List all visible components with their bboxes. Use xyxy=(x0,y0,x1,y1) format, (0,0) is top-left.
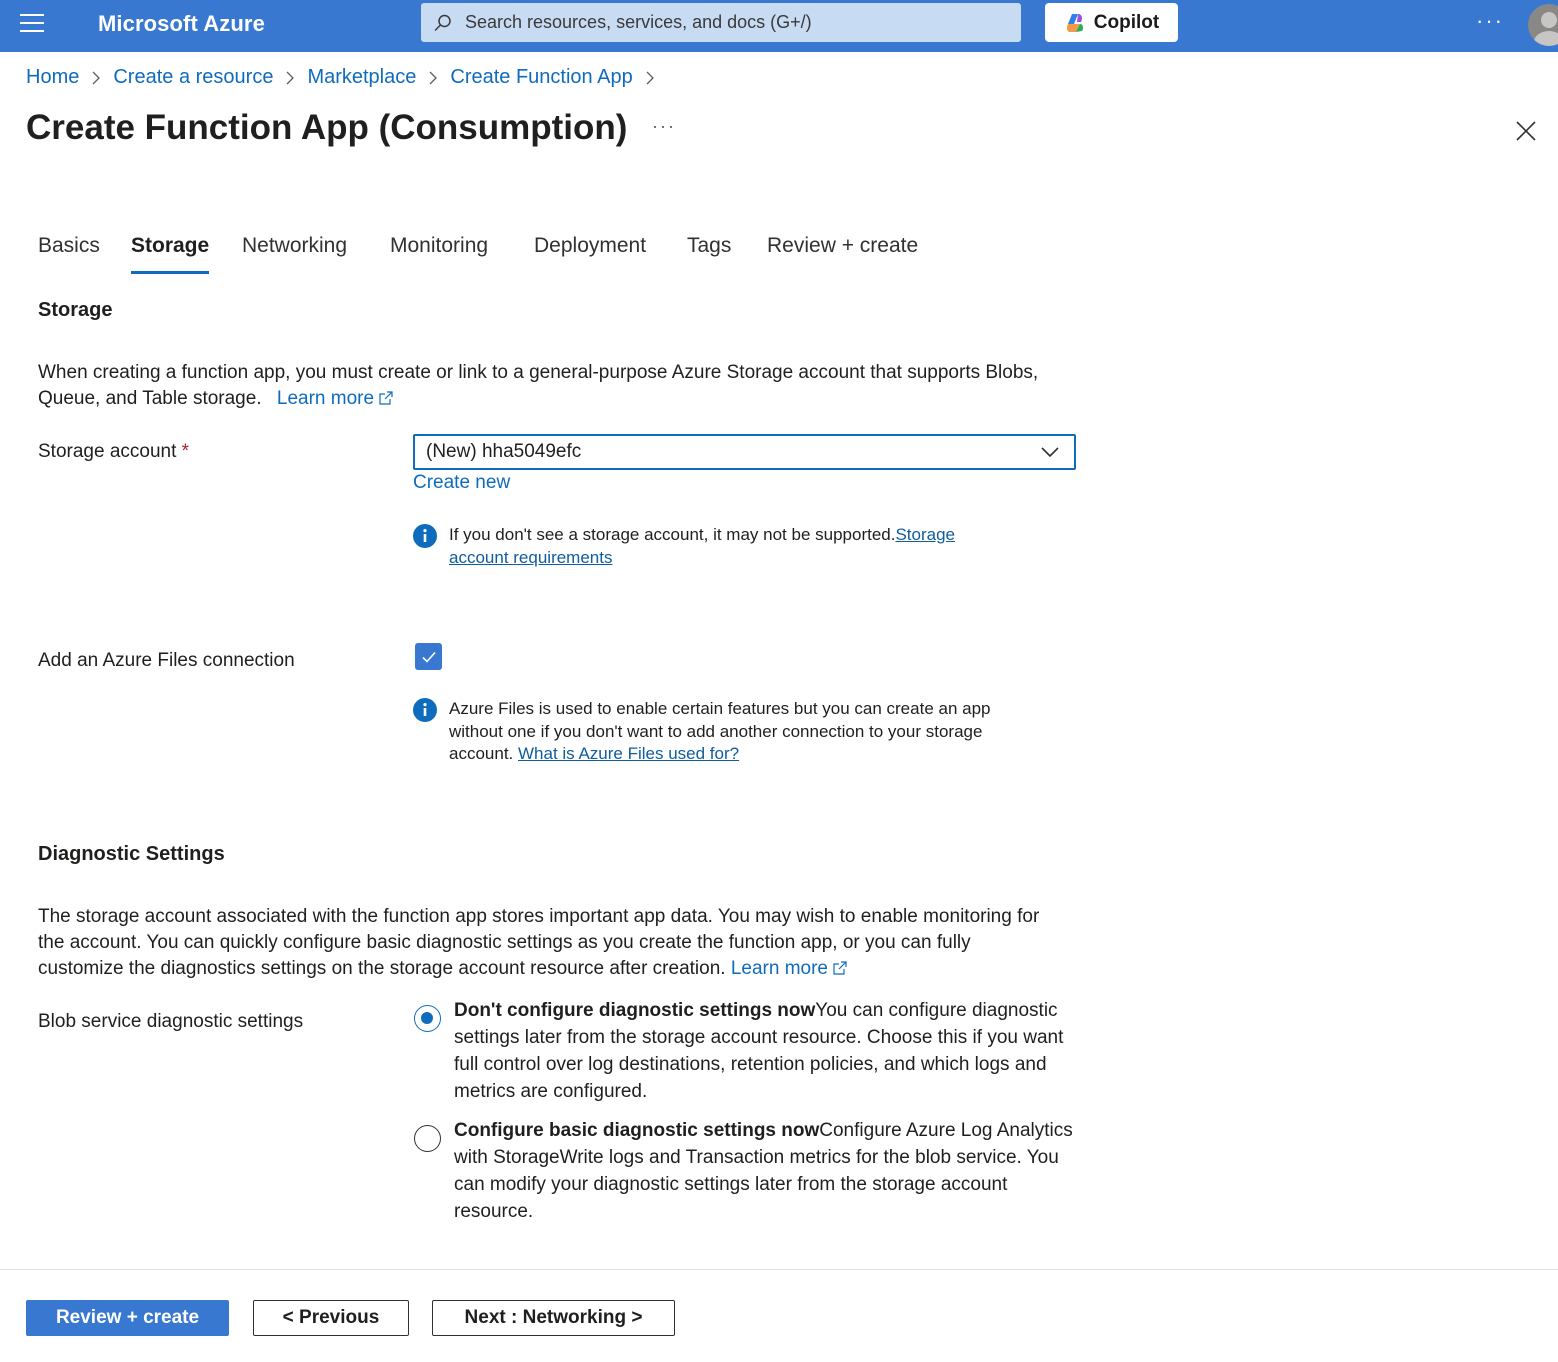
footer-divider xyxy=(0,1269,1558,1270)
storage-account-label: Storage account * xyxy=(38,441,190,462)
top-bar: Microsoft Azure Copilot ··· xyxy=(0,0,1558,52)
radio-option-dont-configure[interactable]: Don't configure diagnostic settings nowY… xyxy=(414,1000,1078,1105)
diagnostic-settings-heading: Diagnostic Settings xyxy=(38,843,225,865)
radio-configure-basic-text: Configure basic diagnostic settings nowC… xyxy=(454,1120,1073,1222)
ellipsis-icon[interactable]: ··· xyxy=(1476,8,1504,34)
copilot-label: Copilot xyxy=(1093,11,1160,33)
diagnostic-intro-line3: customize the diagnostics settings on th… xyxy=(38,958,726,979)
storage-heading: Storage xyxy=(38,299,113,321)
breadcrumb-create-resource[interactable]: Create a resource xyxy=(113,66,273,89)
azure-files-used-for-link[interactable]: What is Azure Files used for? xyxy=(518,744,739,763)
next-networking-button[interactable]: Next : Networking > xyxy=(432,1300,675,1336)
previous-button[interactable]: < Previous xyxy=(253,1300,409,1336)
tab-basics[interactable]: Basics xyxy=(38,234,100,258)
azure-files-info-text: Azure Files is used to enable certain fe… xyxy=(449,699,991,763)
chevron-right-icon xyxy=(416,70,450,86)
more-options-icon[interactable]: ··· xyxy=(652,116,676,137)
diagnostic-intro-line2: the account. You can quickly configure b… xyxy=(38,932,971,953)
chevron-right-icon xyxy=(273,70,307,86)
checkmark-icon xyxy=(421,651,436,663)
tab-tags[interactable]: Tags xyxy=(687,234,731,258)
storage-intro-line1: When creating a function app, you must c… xyxy=(38,362,1039,383)
azure-files-label: Add an Azure Files connection xyxy=(38,650,295,671)
radio-option-configure-basic[interactable]: Configure basic diagnostic settings nowC… xyxy=(414,1120,1078,1225)
azure-files-info-message: Azure Files is used to enable certain fe… xyxy=(413,698,1039,766)
tab-deployment[interactable]: Deployment xyxy=(534,234,646,258)
info-icon xyxy=(413,698,437,722)
breadcrumb-home[interactable]: Home xyxy=(26,66,79,89)
storage-intro: When creating a function app, you must c… xyxy=(38,360,1038,412)
user-avatar-icon[interactable] xyxy=(1528,4,1558,46)
menu-icon[interactable] xyxy=(20,14,44,34)
chevron-down-icon xyxy=(1041,447,1059,458)
chevron-right-icon xyxy=(79,70,113,86)
breadcrumb-marketplace[interactable]: Marketplace xyxy=(307,66,416,89)
radio-dont-configure-text: Don't configure diagnostic settings nowY… xyxy=(454,1000,1064,1102)
brand-title[interactable]: Microsoft Azure xyxy=(98,11,265,37)
search-icon xyxy=(434,14,451,31)
breadcrumb-create-function-app[interactable]: Create Function App xyxy=(450,66,632,89)
storage-info-message: If you don't see a storage account, it m… xyxy=(413,524,1009,569)
chevron-right-icon xyxy=(633,70,667,86)
azure-files-checkbox[interactable] xyxy=(415,643,442,670)
storage-intro-line2: Queue, and Table storage. xyxy=(38,388,262,409)
blob-diagnostic-label: Blob service diagnostic settings xyxy=(38,1011,304,1032)
storage-learn-more-link[interactable]: Learn more xyxy=(277,388,394,409)
storage-intro-line2-row: Queue, and Table storage. Learn more xyxy=(38,386,1038,412)
copilot-icon xyxy=(1066,13,1083,32)
storage-account-value: (New) hha5049efc xyxy=(426,441,582,462)
breadcrumb: Home Create a resource Marketplace Creat… xyxy=(26,66,667,89)
required-marker: * xyxy=(181,441,190,462)
diagnostic-intro-line3-row: customize the diagnostics settings on th… xyxy=(38,956,1039,982)
storage-account-dropdown[interactable]: (New) hha5049efc xyxy=(413,434,1076,470)
page-title: Create Function App (Consumption) xyxy=(26,108,628,147)
tab-storage[interactable]: Storage xyxy=(131,234,210,274)
radio-dont-configure[interactable] xyxy=(414,1005,441,1032)
tab-networking[interactable]: Networking xyxy=(242,234,347,258)
review-create-button[interactable]: Review + create xyxy=(26,1300,229,1336)
diagnostic-intro: The storage account associated with the … xyxy=(38,904,1039,982)
external-link-icon xyxy=(379,391,393,405)
diagnostic-learn-more-link[interactable]: Learn more xyxy=(731,958,848,979)
global-search[interactable] xyxy=(421,3,1021,42)
search-input[interactable] xyxy=(465,12,1005,33)
copilot-button[interactable]: Copilot xyxy=(1045,3,1178,42)
create-new-storage-link[interactable]: Create new xyxy=(413,472,510,494)
close-icon[interactable] xyxy=(1513,118,1539,144)
radio-configure-basic[interactable] xyxy=(414,1125,441,1152)
info-icon xyxy=(413,524,437,548)
external-link-icon xyxy=(833,961,847,975)
tab-review-create[interactable]: Review + create xyxy=(767,234,918,258)
diagnostic-intro-line1: The storage account associated with the … xyxy=(38,906,1040,927)
tab-monitoring[interactable]: Monitoring xyxy=(390,234,488,258)
storage-info-text: If you don't see a storage account, it m… xyxy=(449,525,956,567)
